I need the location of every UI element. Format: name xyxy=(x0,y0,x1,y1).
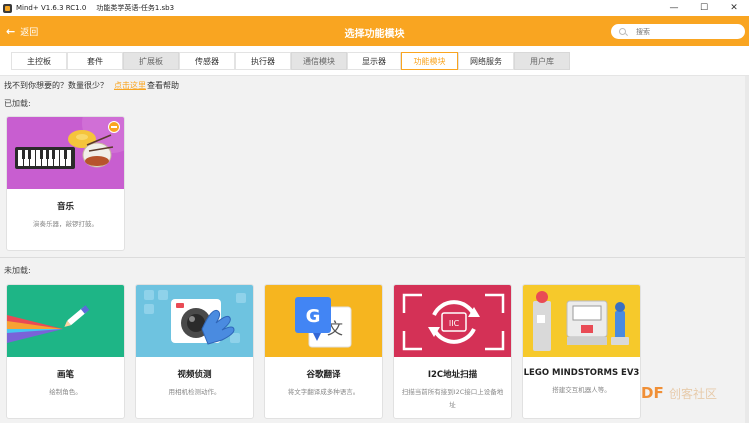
close-window-button[interactable]: ✕ xyxy=(719,0,749,16)
tab-main-board[interactable]: 主控板 xyxy=(11,52,67,70)
music-thumbnail xyxy=(7,117,124,189)
tab-display[interactable]: 显示器 xyxy=(347,52,401,70)
file-title: 功能类学英语-任务1.sb3 xyxy=(96,4,175,12)
module-card-video-sensing[interactable]: 视频侦测 用相机检测动作。 xyxy=(135,284,254,419)
help-suffix: 查看帮助 xyxy=(147,81,179,90)
lego-robot-icon xyxy=(533,291,629,351)
unloaded-section-label: 未加载: xyxy=(4,266,31,275)
i2c-scan-icon: IIC xyxy=(402,293,505,351)
module-name: 视频侦测 xyxy=(177,370,212,380)
module-desc: 搭建交互机器人等。 xyxy=(552,386,611,394)
watermark-text: 创客社区 xyxy=(668,387,717,401)
module-desc: 扫描当前所有接到I2C接口上设备地址 xyxy=(401,388,504,409)
search-box[interactable] xyxy=(611,24,745,39)
scrollbar[interactable] xyxy=(745,76,749,423)
ev3-thumbnail xyxy=(523,285,640,357)
module-desc: 绘制角色。 xyxy=(49,388,82,396)
module-card-translate[interactable]: 文 G 谷歌翻译 将文字翻译成多种语言。 xyxy=(264,284,383,419)
module-name: I2C地址扫描 xyxy=(427,370,478,380)
window-controls: — ☐ ✕ xyxy=(659,0,749,16)
pen-thumbnail xyxy=(7,285,124,357)
module-name: 谷歌翻译 xyxy=(306,370,341,380)
module-desc: 用相机检测动作。 xyxy=(168,388,221,396)
module-desc: 将文字翻译成多种语言。 xyxy=(287,388,360,396)
camera-icon xyxy=(144,290,246,345)
module-name: 画笔 xyxy=(56,370,74,380)
video-thumbnail xyxy=(136,285,253,357)
tab-user-library[interactable]: 用户库 xyxy=(514,52,570,70)
loaded-section-label: 已加载: xyxy=(4,99,31,108)
tab-communication[interactable]: 通信模块 xyxy=(291,52,347,70)
help-link[interactable]: 点击这里 xyxy=(114,81,146,90)
tab-network-service[interactable]: 网络服务 xyxy=(458,52,514,70)
minimize-button[interactable]: — xyxy=(659,0,689,16)
section-divider xyxy=(0,257,749,258)
svg-text:IIC: IIC xyxy=(449,319,460,328)
help-line: 找不到你想要的？数量很少？ 点击这里查看帮助 xyxy=(4,80,179,91)
search-icon xyxy=(619,28,626,35)
help-text: 找不到你想要的？数量很少？ xyxy=(4,81,108,90)
module-card-music[interactable]: 音乐 演奏乐器，敲锣打鼓。 xyxy=(6,116,125,251)
module-card-i2c-scan[interactable]: IIC I2C地址扫描 扫描当前所有接到I2C接口上设备地址 xyxy=(393,284,512,419)
google-translate-icon: 文 G xyxy=(295,297,352,348)
tab-kit[interactable]: 套件 xyxy=(67,52,123,70)
pen-icon xyxy=(7,305,90,343)
watermark: DF 创客社区 xyxy=(641,384,717,402)
header-bar: ← 返回 选择功能模块 xyxy=(0,16,749,46)
i2c-thumbnail: IIC xyxy=(394,285,511,357)
piano-icon xyxy=(15,117,124,169)
watermark-brand: DF xyxy=(641,384,664,402)
module-name: LEGO MINDSTORMS EV3 xyxy=(523,368,640,378)
translate-thumbnail: 文 G xyxy=(265,285,382,357)
svg-text:G: G xyxy=(306,306,321,327)
tab-function-module[interactable]: 功能模块 xyxy=(401,52,458,70)
app-icon xyxy=(3,3,12,13)
search-input[interactable] xyxy=(636,27,736,36)
tab-actuator[interactable]: 执行器 xyxy=(235,52,291,70)
module-card-pen[interactable]: 画笔 绘制角色。 xyxy=(6,284,125,419)
module-card-lego-ev3[interactable]: LEGO MINDSTORMS EV3 搭建交互机器人等。 xyxy=(522,284,641,419)
category-tabs: 主控板 套件 扩展板 传感器 执行器 通信模块 显示器 功能模块 网络服务 用户… xyxy=(0,46,749,76)
module-name: 音乐 xyxy=(56,202,74,212)
app-title: Mind+ V1.6.3 RC1.0 xyxy=(16,4,87,12)
window-titlebar: Mind+ V1.6.3 RC1.0 功能类学英语-任务1.sb3 — ☐ ✕ xyxy=(0,0,749,16)
maximize-button[interactable]: ☐ xyxy=(689,0,719,16)
tab-sensor[interactable]: 传感器 xyxy=(179,52,235,70)
tab-expansion-board[interactable]: 扩展板 xyxy=(123,52,179,70)
remove-icon[interactable] xyxy=(108,121,120,133)
module-desc: 演奏乐器，敲锣打鼓。 xyxy=(33,220,98,228)
